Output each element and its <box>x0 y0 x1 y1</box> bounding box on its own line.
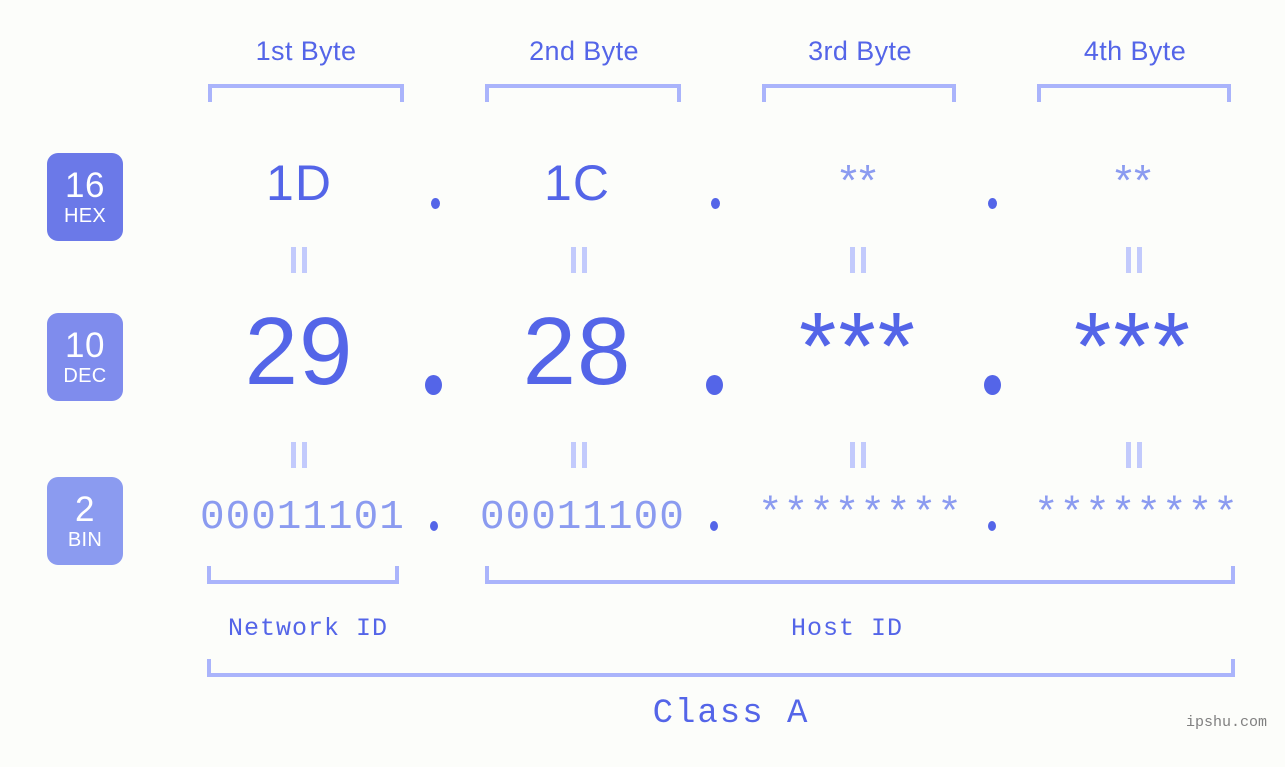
byte-header-3: 3rd Byte <box>808 36 912 66</box>
class-label: Class A <box>652 695 810 733</box>
hex-separator-dot-2 <box>711 198 720 209</box>
host-id-bracket <box>485 566 1235 584</box>
dec-separator-dot-2 <box>706 375 723 395</box>
hex-value-byte-3: ** <box>839 156 879 205</box>
byte-bracket-top-1 <box>208 84 404 102</box>
base-badge-dec: 10 DEC <box>47 313 123 401</box>
bin-value-byte-1: 00011101 <box>200 495 405 541</box>
bin-value-byte-2: 00011100 <box>480 495 685 541</box>
byte-bracket-top-4 <box>1037 84 1231 102</box>
bin-value-byte-4: ******** <box>1034 492 1239 538</box>
dec-separator-dot-1 <box>425 375 442 395</box>
byte-bracket-top-3 <box>762 84 956 102</box>
base-badge-dec-number: 10 <box>65 326 105 365</box>
equals-mark-dec-bin-2 <box>569 442 589 468</box>
hex-separator-dot-3 <box>988 198 997 209</box>
network-id-label: Network ID <box>227 614 389 643</box>
dec-value-byte-4: *** <box>1073 293 1193 400</box>
bin-separator-dot-3 <box>988 521 996 531</box>
bin-separator-dot-2 <box>710 521 718 531</box>
base-badge-hex-name: HEX <box>63 205 107 227</box>
bin-separator-dot-1 <box>430 521 438 531</box>
equals-mark-hex-dec-1 <box>289 247 309 273</box>
byte-header-4: 4th Byte <box>1083 36 1187 66</box>
base-badge-bin-number: 2 <box>75 490 95 529</box>
byte-header-1: 1st Byte <box>255 36 357 66</box>
equals-mark-dec-bin-1 <box>289 442 309 468</box>
base-badge-bin-name: BIN <box>67 529 103 551</box>
ip-address-breakdown-diagram: 1st Byte 2nd Byte 3rd Byte 4th Byte 16 H… <box>0 0 1285 767</box>
equals-mark-hex-dec-3 <box>848 247 868 273</box>
equals-mark-dec-bin-4 <box>1124 442 1144 468</box>
dec-value-byte-2: 28 <box>522 298 632 405</box>
equals-mark-hex-dec-2 <box>569 247 589 273</box>
byte-header-2: 2nd Byte <box>529 36 639 66</box>
hex-value-byte-2: 1C <box>544 155 610 211</box>
network-id-bracket <box>207 566 399 584</box>
class-bracket <box>207 659 1235 677</box>
base-badge-hex: 16 HEX <box>47 153 123 241</box>
equals-mark-hex-dec-4 <box>1124 247 1144 273</box>
hex-value-byte-1: 1D <box>266 155 332 211</box>
hex-value-byte-4: ** <box>1114 156 1154 205</box>
byte-bracket-top-2 <box>485 84 681 102</box>
dec-value-byte-1: 29 <box>244 298 354 405</box>
bin-value-byte-3: ******** <box>758 492 963 538</box>
base-badge-bin: 2 BIN <box>47 477 123 565</box>
site-watermark: ipshu.com <box>1186 714 1268 731</box>
base-badge-dec-name: DEC <box>63 365 107 387</box>
hex-separator-dot-1 <box>431 198 440 209</box>
dec-separator-dot-3 <box>984 375 1001 395</box>
base-badge-hex-number: 16 <box>65 166 105 205</box>
host-id-label: Host ID <box>790 614 904 643</box>
dec-value-byte-3: *** <box>798 293 918 400</box>
equals-mark-dec-bin-3 <box>848 442 868 468</box>
